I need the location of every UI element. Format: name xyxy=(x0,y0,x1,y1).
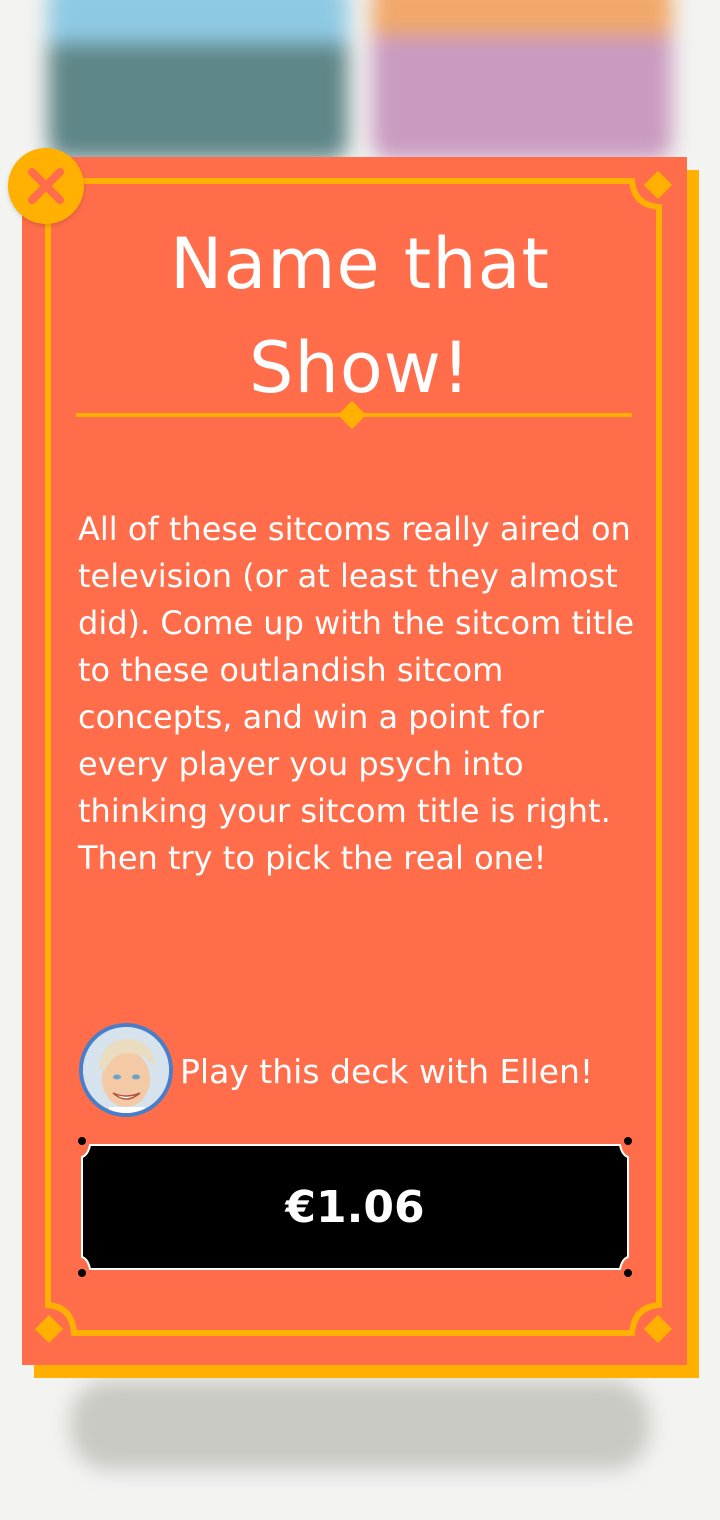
ellen-avatar-icon xyxy=(83,1027,169,1113)
background-deck-card xyxy=(372,0,672,160)
background-deck-card xyxy=(48,0,348,160)
play-with-ellen-label: Play this deck with Ellen! xyxy=(180,1052,594,1091)
price-label: €1.06 xyxy=(285,1181,425,1233)
ellen-avatar xyxy=(79,1023,173,1117)
deck-title-line1: Name that xyxy=(170,223,550,305)
buy-deck-button[interactable]: €1.06 xyxy=(78,1137,632,1277)
deck-title: Name that Show! xyxy=(40,212,680,420)
close-icon xyxy=(28,168,64,204)
deck-description: All of these sitcoms really aired on tel… xyxy=(78,510,634,877)
deck-title-line2: Show! xyxy=(249,327,471,409)
background-bottom-bar xyxy=(70,1380,650,1470)
